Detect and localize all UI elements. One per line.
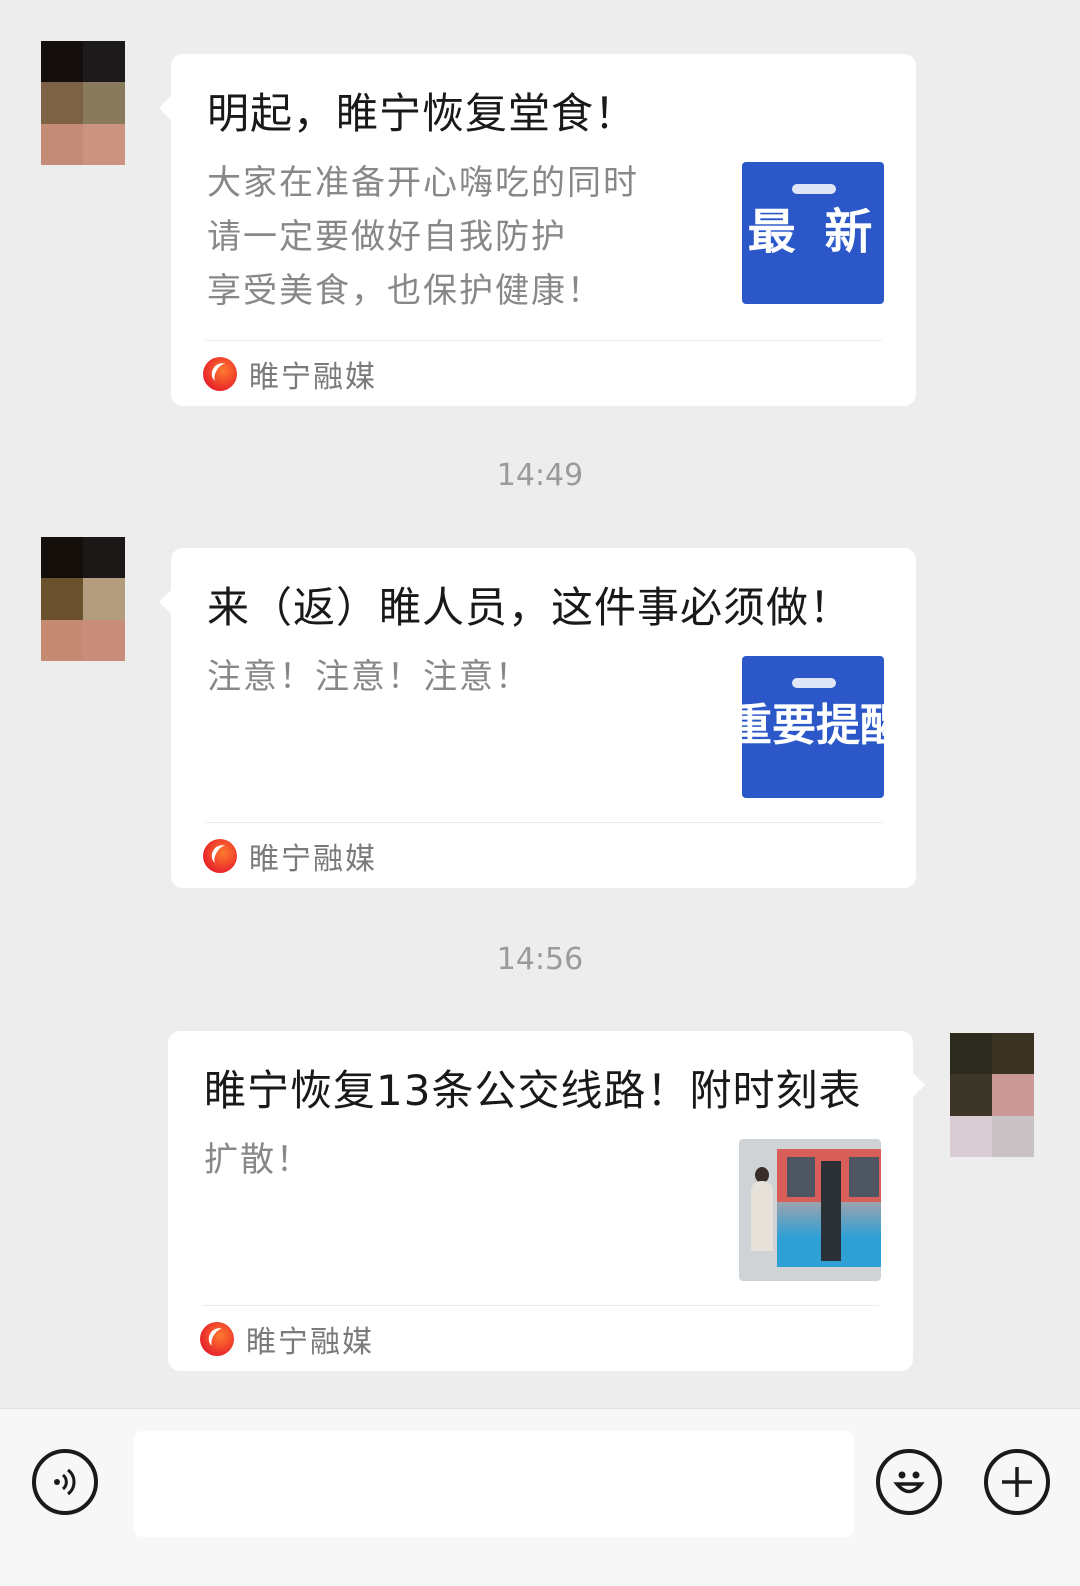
article-title: 明起，睢宁恢复堂食！: [207, 89, 638, 138]
divider: [205, 822, 882, 823]
source-logo-icon: [203, 357, 237, 391]
divider: [202, 1305, 879, 1306]
article-source: 睢宁融媒: [200, 1319, 374, 1360]
message-timestamp: 14:49: [496, 458, 584, 493]
article-description: 扩散！: [204, 1140, 312, 1180]
article-description: 注意！注意！注意！: [207, 657, 531, 697]
input-bar: [0, 1408, 1080, 1586]
article-card[interactable]: 来（返）睢人员，这件事必须做！ 注意！注意！注意！ 重要提醒 睢宁融媒: [159, 548, 916, 888]
article-thumbnail: 重要提醒: [742, 656, 884, 798]
article-source: 睢宁融媒: [203, 354, 377, 395]
voice-icon[interactable]: [32, 1449, 98, 1515]
sender-avatar[interactable]: [41, 41, 125, 165]
article-title: 来（返）睢人员，这件事必须做！: [207, 583, 853, 632]
article-description: 大家在准备开心嗨吃的同时 请一定要做好自我防护 享受美食，也保护健康！: [207, 163, 639, 311]
message-timestamp: 14:56: [496, 942, 584, 977]
plus-icon[interactable]: [984, 1449, 1050, 1515]
chat-screen: 明起，睢宁恢复堂食！ 大家在准备开心嗨吃的同时 请一定要做好自我防护 享受美食，…: [0, 0, 1080, 1586]
divider: [205, 340, 882, 341]
source-logo-icon: [200, 1322, 234, 1356]
article-thumbnail: 最 新: [742, 162, 884, 304]
article-title: 睢宁恢复13条公交线路！附时刻表: [204, 1066, 862, 1115]
article-card[interactable]: 睢宁恢复13条公交线路！附时刻表 扩散！ 睢宁融媒: [168, 1031, 925, 1371]
sender-avatar[interactable]: [41, 537, 125, 661]
source-logo-icon: [203, 839, 237, 873]
message-input[interactable]: [134, 1431, 854, 1537]
article-card[interactable]: 明起，睢宁恢复堂食！ 大家在准备开心嗨吃的同时 请一定要做好自我防护 享受美食，…: [159, 54, 916, 406]
my-avatar[interactable]: [950, 1033, 1034, 1157]
emoji-icon[interactable]: [876, 1449, 942, 1515]
article-thumbnail: [739, 1139, 881, 1281]
article-source: 睢宁融媒: [203, 836, 377, 877]
